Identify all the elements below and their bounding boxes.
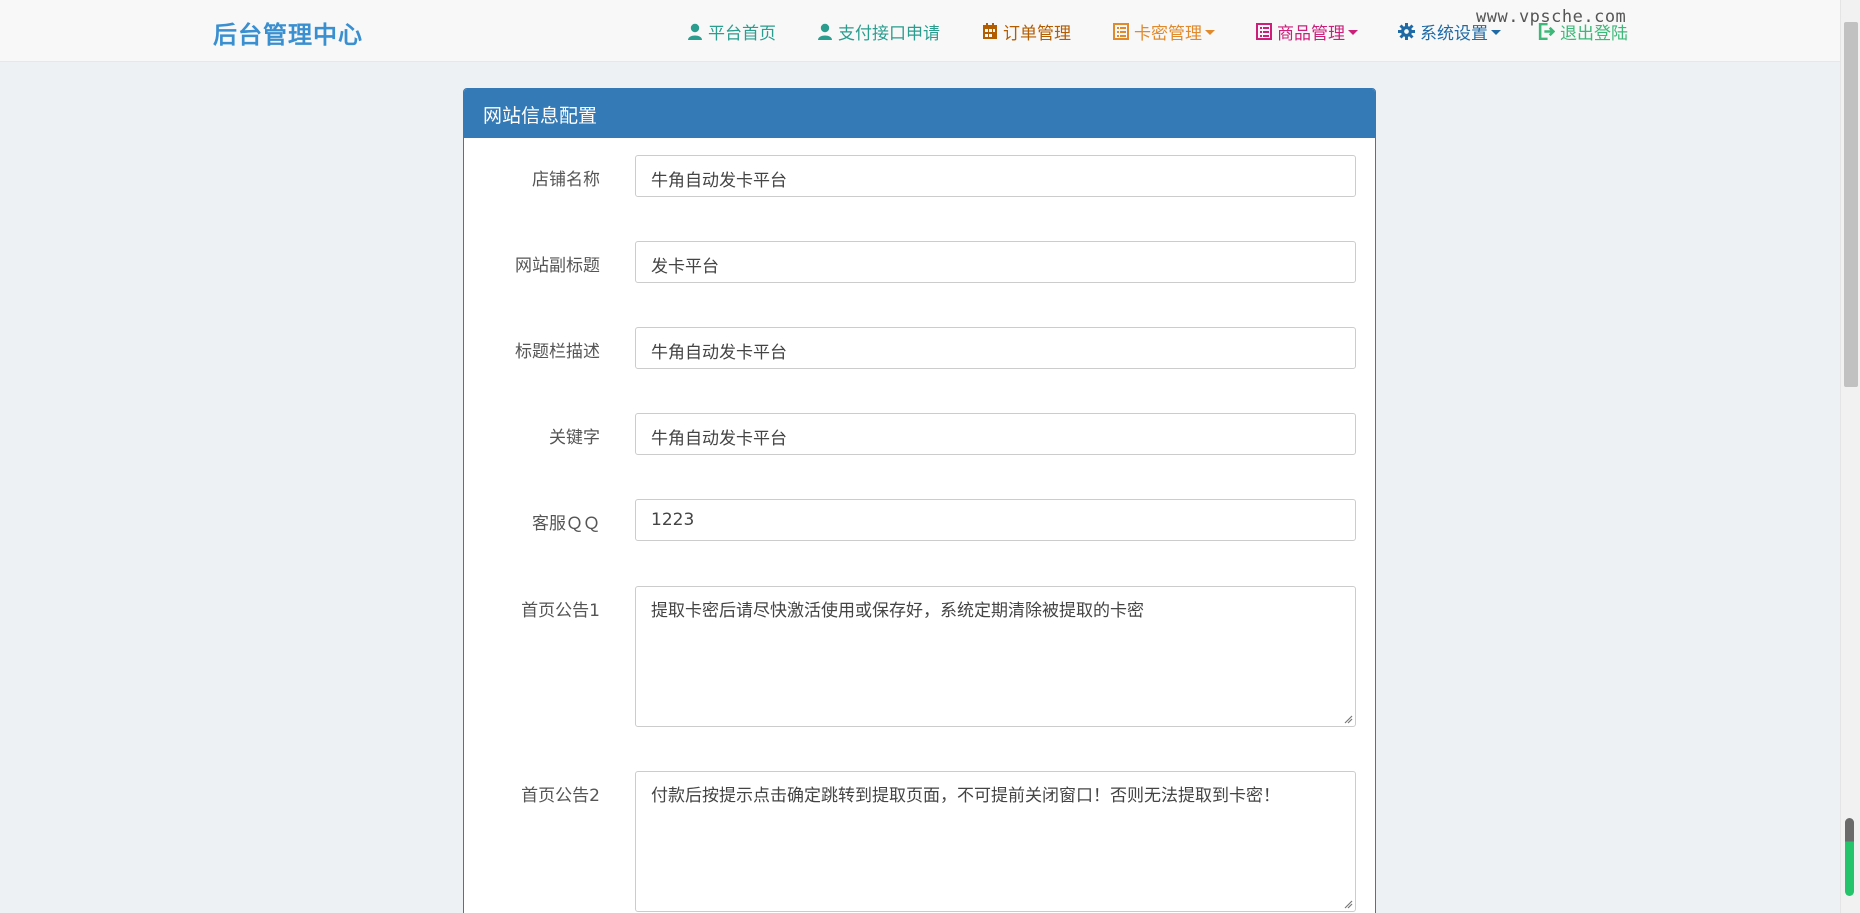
nav-label: 卡密管理 <box>1134 23 1202 44</box>
field-label: 标题栏描述 <box>515 342 600 362</box>
page-scrollbar[interactable] <box>1840 0 1860 913</box>
field-label: 首页公告2 <box>521 786 600 806</box>
panel-title: 网站信息配置 <box>464 89 1375 138</box>
nav-payment-apply[interactable]: 支付接口申请 <box>817 18 940 44</box>
nav-product-manage[interactable]: 商品管理 <box>1256 18 1358 44</box>
chevron-down-icon <box>1205 29 1215 35</box>
notice-1-textarea[interactable]: 提取卡密后请尽快激活使用或保存好，系统定期清除被提取的卡密 <box>635 586 1356 727</box>
scrollbar-thumb[interactable] <box>1844 22 1858 387</box>
nav-order-manage[interactable]: 订单管理 <box>982 18 1071 44</box>
title-description-input[interactable]: 牛角自动发卡平台 <box>635 327 1356 369</box>
shop-name-input[interactable]: 牛角自动发卡平台 <box>635 155 1356 197</box>
nav-label: 支付接口申请 <box>838 23 940 44</box>
notice-2-textarea[interactable]: 付款后按提示点击确定跳转到提取页面，不可提前关闭窗口！否则无法提取到卡密！ <box>635 771 1356 912</box>
list-icon <box>1256 22 1272 40</box>
site-config-panel: 网站信息配置 店铺名称 牛角自动发卡平台 网站副标题 发卡平台 标题栏描述 牛角… <box>463 88 1376 913</box>
list-icon <box>1113 22 1129 40</box>
textarea-value: 提取卡密后请尽快激活使用或保存好，系统定期清除被提取的卡密 <box>651 601 1144 621</box>
calendar-icon <box>983 22 997 39</box>
user-icon <box>818 23 832 40</box>
chevron-down-icon <box>1348 29 1358 35</box>
nav-label: 平台首页 <box>708 23 776 44</box>
resize-handle-icon[interactable] <box>1343 714 1353 724</box>
chevron-down-icon <box>1491 29 1501 35</box>
side-widget[interactable] <box>1845 818 1854 896</box>
nav-label: 商品管理 <box>1277 23 1345 44</box>
nav-label: 订单管理 <box>1003 23 1071 44</box>
subtitle-input[interactable]: 发卡平台 <box>635 241 1356 283</box>
field-label: 客服ＱＱ <box>532 514 600 534</box>
field-label: 店铺名称 <box>532 170 600 190</box>
user-icon <box>688 23 702 40</box>
resize-handle-icon[interactable] <box>1343 899 1353 909</box>
service-qq-input[interactable]: 1223 <box>635 499 1356 541</box>
field-label: 关键字 <box>549 428 600 448</box>
keywords-input[interactable]: 牛角自动发卡平台 <box>635 413 1356 455</box>
nav-card-manage[interactable]: 卡密管理 <box>1113 18 1215 44</box>
gear-icon <box>1398 22 1415 40</box>
nav-platform-home[interactable]: 平台首页 <box>687 18 776 44</box>
watermark: www.vpsche.com <box>1476 7 1627 27</box>
field-label: 首页公告1 <box>521 601 600 621</box>
top-navbar: 后台管理中心 平台首页 支付接口申请 订单管理 卡密管理 商品管理 系统设置 退… <box>0 0 1840 62</box>
field-label: 网站副标题 <box>515 256 600 276</box>
brand-title[interactable]: 后台管理中心 <box>213 15 363 50</box>
textarea-value: 付款后按提示点击确定跳转到提取页面，不可提前关闭窗口！否则无法提取到卡密！ <box>651 786 1280 806</box>
